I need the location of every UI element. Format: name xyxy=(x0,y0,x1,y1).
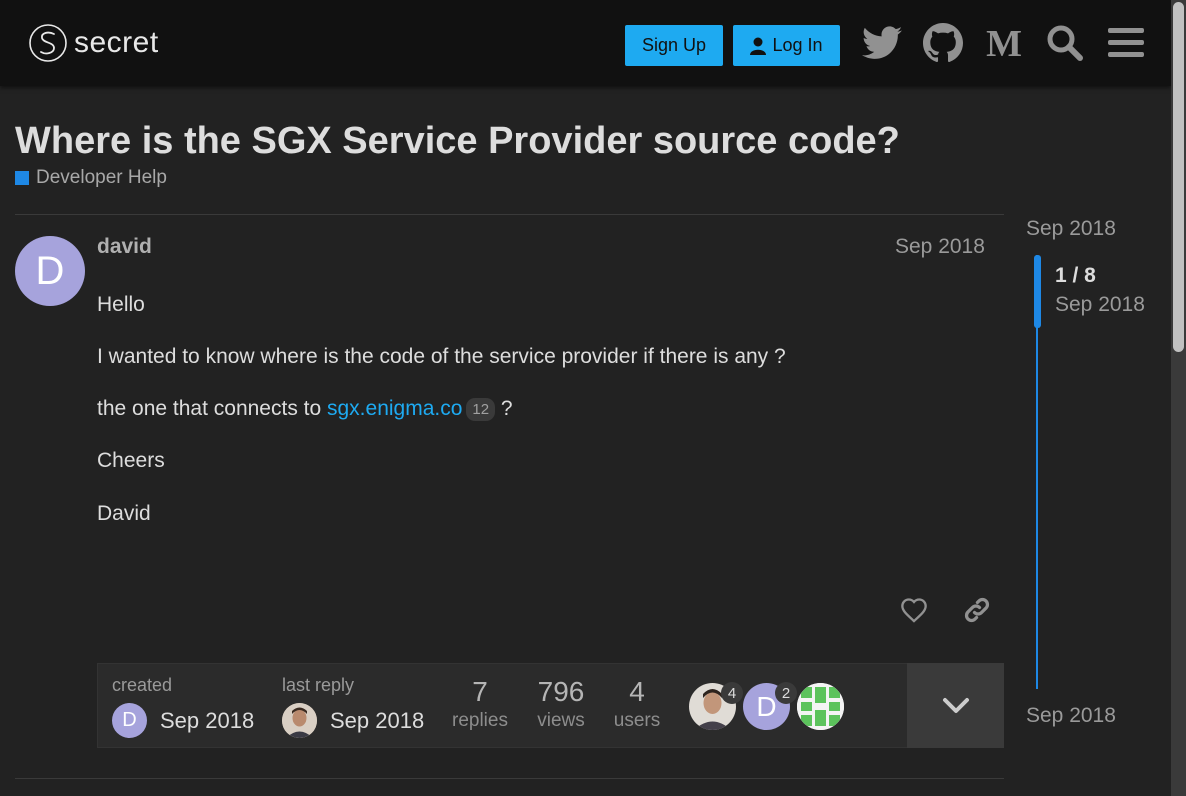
post-paragraph-1: Hello xyxy=(97,293,145,316)
post-date[interactable]: Sep 2018 xyxy=(895,235,985,259)
svg-text:M: M xyxy=(986,27,1022,59)
hamburger-menu-icon[interactable] xyxy=(1104,21,1148,65)
logo-text: secret xyxy=(74,26,159,59)
post-link[interactable]: sgx.enigma.co xyxy=(327,397,462,420)
divider-top xyxy=(15,214,1004,215)
participant-badge-1: 4 xyxy=(721,682,743,704)
site-logo[interactable]: secret xyxy=(28,22,159,64)
scrollbar-thumb[interactable] xyxy=(1173,2,1184,352)
replies-count: 7 xyxy=(472,676,488,707)
share-link-button[interactable] xyxy=(957,590,997,630)
timeline-position: 1 / 8 xyxy=(1055,264,1096,287)
medium-icon[interactable]: M xyxy=(982,21,1026,65)
search-icon[interactable] xyxy=(1043,21,1087,65)
category-name: Developer Help xyxy=(36,167,167,188)
timeline-start-date[interactable]: Sep 2018 xyxy=(1026,217,1116,241)
twitter-icon[interactable] xyxy=(860,21,904,65)
post-avatar[interactable]: D xyxy=(15,236,85,306)
link-click-count: 12 xyxy=(466,397,496,421)
category-color-square xyxy=(15,171,29,185)
replies-label: replies xyxy=(452,710,508,731)
users-label: users xyxy=(613,710,661,731)
users-count: 4 xyxy=(629,676,645,707)
log-in-button[interactable]: Log In xyxy=(733,25,840,66)
post-paragraph-2: I wanted to know where is the code of th… xyxy=(97,345,786,368)
like-button[interactable] xyxy=(894,590,934,630)
github-icon[interactable] xyxy=(921,21,965,65)
site-header: secret Sign Up Log In M xyxy=(0,0,1171,86)
category-badge[interactable]: Developer Help xyxy=(15,167,167,189)
last-reply-date[interactable]: Sep 2018 xyxy=(330,708,424,734)
timeline-end-date[interactable]: Sep 2018 xyxy=(1026,704,1116,728)
log-in-label: Log In xyxy=(772,35,823,55)
topic-title[interactable]: Where is the SGX Service Provider source… xyxy=(15,120,900,163)
divider-bottom xyxy=(15,778,1004,779)
last-reply-avatar[interactable] xyxy=(282,703,317,738)
post-text-end: ? xyxy=(495,397,513,420)
timeline-handle[interactable] xyxy=(1034,255,1041,328)
post-username[interactable]: david xyxy=(97,235,152,259)
participant-badge-2: 2 xyxy=(775,682,797,704)
heart-icon xyxy=(901,598,927,623)
link-icon xyxy=(964,597,990,623)
participant-avatar-3[interactable] xyxy=(797,683,844,730)
chevron-down-icon xyxy=(942,697,969,713)
last-reply-label: last reply xyxy=(282,675,355,695)
post-paragraph-3: the one that connects to sgx.enigma.co 12… xyxy=(97,397,513,421)
created-avatar[interactable]: D xyxy=(112,703,147,738)
secret-logo-icon xyxy=(29,24,67,62)
views-count: 796 xyxy=(537,676,585,707)
created-label: created xyxy=(112,675,173,695)
post-text: the one that connects to xyxy=(97,397,327,420)
user-icon xyxy=(750,37,767,55)
views-label: views xyxy=(537,710,585,731)
timeline-position-date: Sep 2018 xyxy=(1055,293,1145,316)
post-paragraph-5: David xyxy=(97,502,151,525)
expand-topic-map-button[interactable] xyxy=(907,663,1004,748)
created-date: Sep 2018 xyxy=(160,708,255,733)
sign-up-button[interactable]: Sign Up xyxy=(625,25,723,66)
post-paragraph-4: Cheers xyxy=(97,449,165,472)
